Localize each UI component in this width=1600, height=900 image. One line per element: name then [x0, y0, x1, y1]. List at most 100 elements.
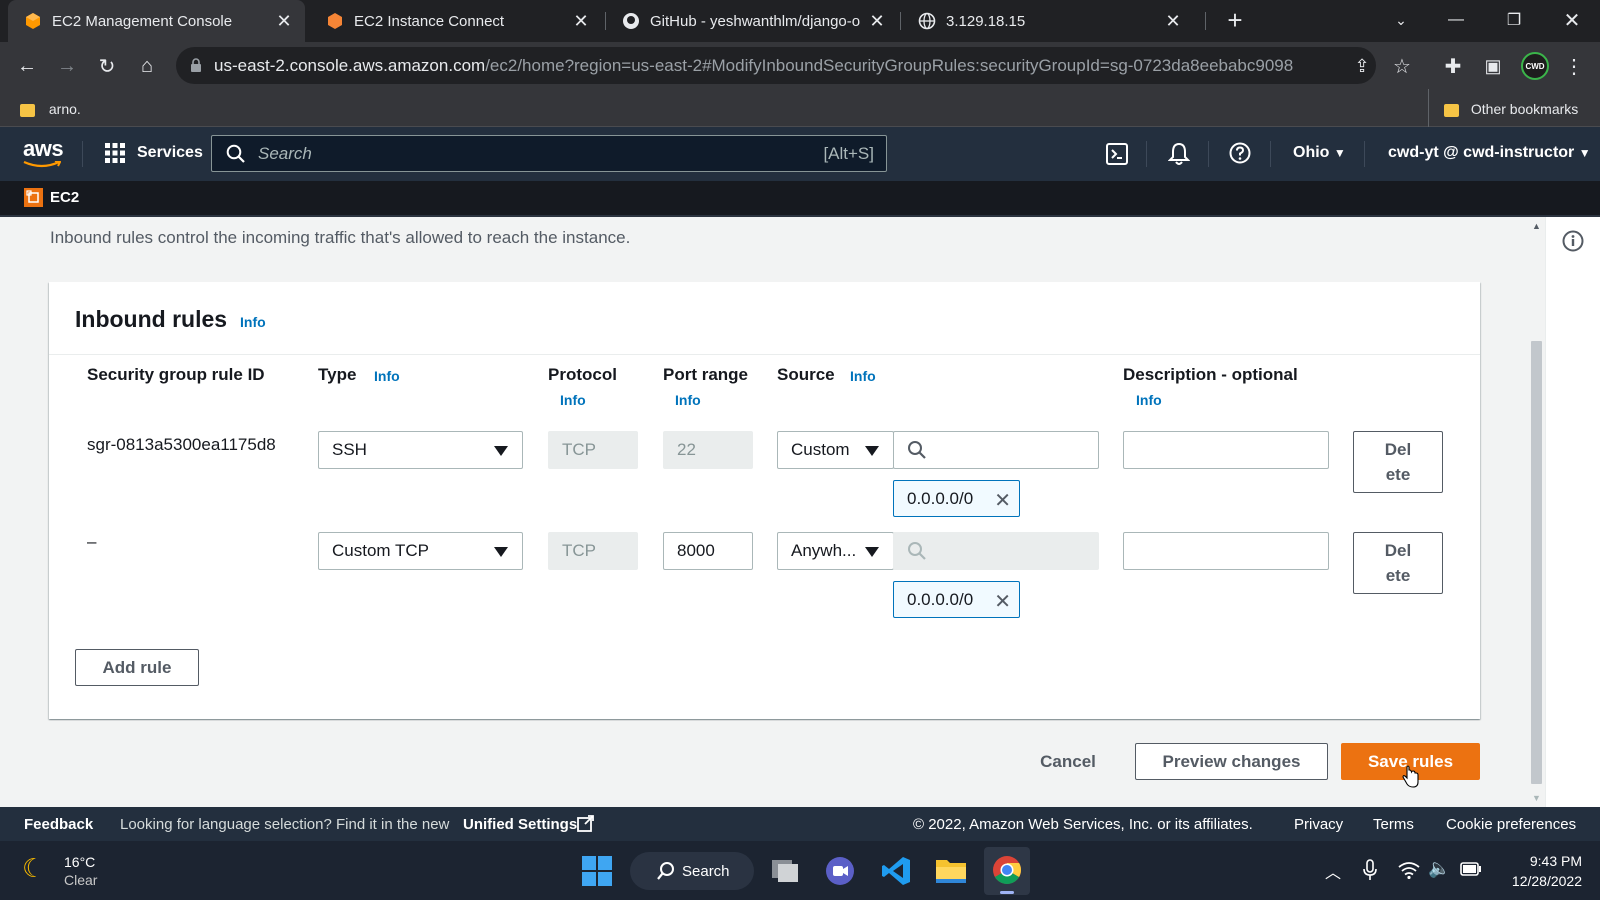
- bell-icon[interactable]: [1168, 142, 1190, 166]
- type-select[interactable]: SSH: [318, 431, 523, 469]
- other-bookmarks[interactable]: Other bookmarks: [1444, 101, 1578, 117]
- page-scrollbar[interactable]: ▲ ▼: [1528, 217, 1545, 807]
- url-host: us-east-2.console.aws.amazon.com: [214, 55, 486, 75]
- scroll-up-icon[interactable]: ▲: [1532, 221, 1541, 231]
- close-tab-icon[interactable]: ✕: [866, 11, 888, 32]
- share-icon[interactable]: ⇪: [1348, 52, 1376, 80]
- description-info-link[interactable]: Info: [1136, 392, 1162, 408]
- source-type-select[interactable]: Anywh...: [777, 532, 894, 570]
- minimize-icon[interactable]: —: [1428, 0, 1484, 40]
- terms-link[interactable]: Terms: [1373, 816, 1414, 833]
- windows-taskbar: ☾ 16°C Clear Search ︿ 🔈 9:43 PM 12/28/20…: [0, 841, 1600, 900]
- search-placeholder: Search: [258, 143, 312, 163]
- close-window-icon[interactable]: ✕: [1544, 0, 1600, 40]
- col-description: Description - optional: [1123, 365, 1298, 384]
- globe-icon: [918, 12, 936, 30]
- region-selector[interactable]: Ohio ▼: [1293, 144, 1346, 162]
- aws-search-input[interactable]: Search [Alt+S]: [211, 135, 887, 172]
- ec2-service-link[interactable]: EC2: [24, 188, 79, 207]
- back-icon[interactable]: ←: [13, 52, 41, 80]
- remove-token-icon[interactable]: ✕: [994, 589, 1011, 614]
- tab-title: EC2 Instance Connect: [354, 12, 505, 30]
- windows-start-icon[interactable]: [582, 856, 612, 886]
- tab-ip-address[interactable]: 3.129.18.15 ✕: [902, 0, 1194, 42]
- address-bar[interactable]: us-east-2.console.aws.amazon.com/ec2/hom…: [176, 47, 1376, 84]
- home-icon[interactable]: ⌂: [133, 52, 161, 80]
- star-icon[interactable]: ☆: [1388, 52, 1416, 80]
- cloudshell-icon[interactable]: [1106, 143, 1128, 165]
- add-rule-label: Add rule: [102, 657, 172, 677]
- cancel-button[interactable]: Cancel: [1019, 743, 1117, 780]
- description-input[interactable]: [1123, 532, 1329, 570]
- forward-icon[interactable]: →: [53, 52, 81, 80]
- services-menu[interactable]: Services: [104, 142, 203, 164]
- unified-settings-link[interactable]: Unified Settings: [463, 816, 577, 833]
- menu-icon[interactable]: ⋮: [1560, 52, 1588, 80]
- info-circle-icon[interactable]: [1562, 230, 1584, 252]
- info-link[interactable]: Info: [240, 314, 266, 330]
- folder-icon: [20, 103, 35, 117]
- source-info-link[interactable]: Info: [850, 368, 876, 384]
- bookmark-arno[interactable]: arno.: [20, 101, 81, 117]
- port-input[interactable]: 8000: [663, 532, 753, 570]
- cookie-preferences-link[interactable]: Cookie preferences: [1446, 816, 1576, 833]
- clock[interactable]: 9:43 PM 12/28/2022: [1492, 851, 1582, 891]
- task-view-icon[interactable]: [770, 856, 800, 884]
- col-port-range: Port range: [663, 365, 749, 384]
- close-tab-icon[interactable]: ✕: [273, 11, 295, 32]
- protocol-info-link[interactable]: Info: [560, 392, 586, 408]
- file-explorer-icon[interactable]: [935, 855, 967, 885]
- microphone-icon[interactable]: [1363, 859, 1377, 881]
- account-menu[interactable]: cwd-yt @ cwd-instructor ▼: [1388, 144, 1591, 162]
- scroll-down-icon[interactable]: ▼: [1532, 793, 1541, 803]
- lock-icon[interactable]: [190, 58, 202, 73]
- source-search-input[interactable]: [893, 431, 1099, 469]
- col-type: Type: [318, 365, 357, 384]
- description-input[interactable]: [1123, 431, 1329, 469]
- feedback-link[interactable]: Feedback: [24, 816, 93, 833]
- type-info-link[interactable]: Info: [374, 368, 400, 384]
- reload-icon[interactable]: ↻: [93, 52, 121, 80]
- extensions-icon[interactable]: ✚: [1439, 52, 1467, 80]
- wifi-icon[interactable]: [1398, 861, 1420, 879]
- restore-icon[interactable]: ❐: [1486, 0, 1542, 40]
- tab-github[interactable]: GitHub - yeshwanthlm/django-o ✕: [606, 0, 898, 42]
- battery-icon[interactable]: [1460, 861, 1482, 877]
- help-icon[interactable]: [1229, 142, 1251, 164]
- new-tab-icon[interactable]: +: [1221, 6, 1249, 34]
- volume-icon[interactable]: 🔈: [1428, 858, 1450, 879]
- tab-ec2-instance-connect[interactable]: EC2 Instance Connect ✕: [310, 0, 602, 42]
- url-path: /ec2/home?region=us-east-2#ModifyInbound…: [485, 55, 1294, 75]
- teams-chat-icon[interactable]: [825, 856, 855, 886]
- sidepanel-icon[interactable]: ▣: [1479, 52, 1507, 80]
- preview-changes-button[interactable]: Preview changes: [1135, 743, 1328, 780]
- profile-avatar[interactable]: CWD: [1521, 52, 1549, 80]
- scroll-thumb[interactable]: [1531, 341, 1542, 784]
- type-select[interactable]: Custom TCP: [318, 532, 523, 570]
- source-type-value: Anywh...: [791, 541, 857, 560]
- weather-widget[interactable]: 16°C Clear: [64, 853, 97, 889]
- aws-logo-text: aws: [23, 136, 64, 161]
- chevron-up-icon[interactable]: ︿: [1325, 859, 1341, 883]
- vscode-icon[interactable]: [880, 855, 912, 887]
- source-type-value: Custom: [791, 440, 850, 459]
- privacy-link[interactable]: Privacy: [1294, 816, 1343, 833]
- chrome-taskbar-button[interactable]: [984, 847, 1030, 895]
- aws-logo[interactable]: aws: [23, 136, 64, 168]
- taskbar-search[interactable]: Search: [630, 852, 754, 890]
- tab-search-icon[interactable]: ⌄: [1373, 0, 1429, 40]
- close-tab-icon[interactable]: ✕: [1162, 11, 1184, 32]
- source-type-select[interactable]: Custom: [777, 431, 894, 469]
- delete-rule-button[interactable]: Del ete: [1353, 532, 1443, 594]
- search-icon: [657, 862, 674, 880]
- folder-icon: [1444, 103, 1459, 117]
- remove-token-icon[interactable]: ✕: [994, 488, 1011, 513]
- delete-rule-button[interactable]: Del ete: [1353, 431, 1443, 493]
- tab-ec2-management-console[interactable]: EC2 Management Console ✕: [8, 0, 305, 42]
- port-info-link[interactable]: Info: [675, 392, 701, 408]
- search-shortcut: [Alt+S]: [823, 143, 874, 163]
- close-tab-icon[interactable]: ✕: [570, 11, 592, 32]
- col-source: Source: [777, 365, 835, 384]
- add-rule-button[interactable]: Add rule: [75, 649, 199, 686]
- cidr-value: 0.0.0.0/0: [907, 488, 974, 508]
